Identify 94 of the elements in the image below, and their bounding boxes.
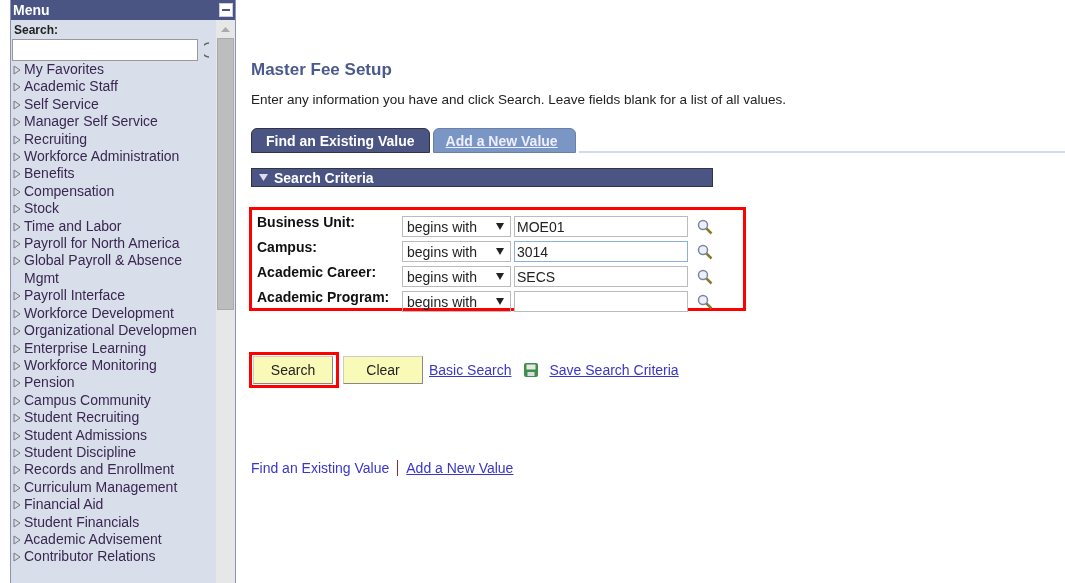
menu-item[interactable]: Workforce Monitoring: [24, 356, 157, 375]
action-button[interactable]: Clear: [343, 356, 423, 384]
expand-triangle-icon[interactable]: [13, 221, 21, 232]
expand-triangle-icon[interactable]: [13, 204, 21, 215]
menu-item[interactable]: Compensation: [24, 182, 115, 201]
expand-triangle-icon[interactable]: [13, 500, 21, 511]
value-field[interactable]: [514, 291, 688, 312]
expand-triangle-icon[interactable]: [13, 482, 21, 493]
menu-item[interactable]: Payroll for North America: [24, 235, 180, 253]
expand-triangle-icon[interactable]: [13, 343, 21, 354]
expand-triangle-icon[interactable]: [13, 447, 21, 458]
expand-triangle-icon[interactable]: [13, 326, 21, 337]
menu-title: Menu: [13, 2, 50, 18]
expand-triangle-icon[interactable]: [13, 552, 21, 563]
expand-triangle-icon[interactable]: [13, 534, 21, 545]
lookup-icon[interactable]: [697, 268, 713, 285]
menu-item[interactable]: Curriculum Management: [24, 478, 178, 497]
value-field[interactable]: 3014: [514, 241, 688, 262]
lookup-icon[interactable]: [697, 243, 713, 260]
dropdown-arrow-icon: [496, 248, 504, 255]
link[interactable]: Add a New Value: [406, 460, 514, 476]
menu-item[interactable]: Payroll Interface: [24, 287, 126, 305]
expand-triangle-icon[interactable]: [13, 256, 21, 267]
expand-triangle-icon[interactable]: [13, 430, 21, 441]
menu-item[interactable]: Student Recruiting: [24, 409, 140, 427]
field-label: Academic Program:: [257, 289, 391, 305]
value-field[interactable]: SECS: [514, 266, 688, 287]
menu-item[interactable]: Time and Labor: [24, 217, 122, 236]
collapse-triangle-icon: [259, 174, 268, 181]
lookup-icon[interactable]: [697, 218, 713, 235]
menu-item[interactable]: Student Admissions: [24, 426, 147, 444]
expand-triangle-icon[interactable]: [13, 152, 21, 163]
menu-item[interactable]: Benefits: [24, 165, 75, 183]
menu-item[interactable]: Student Financials: [24, 513, 140, 531]
tab[interactable]: Find an Existing Value: [251, 128, 430, 153]
page-title: Master Fee Setup: [251, 60, 393, 80]
action-button[interactable]: Search: [253, 356, 333, 384]
menu-item[interactable]: Student Discipline: [24, 443, 137, 462]
expand-triangle-icon[interactable]: [13, 413, 21, 424]
menu-item[interactable]: Records and Enrollment: [24, 461, 175, 479]
expand-triangle-icon[interactable]: [13, 134, 21, 145]
expand-triangle-icon[interactable]: [13, 360, 21, 371]
dropdown-arrow-icon: [496, 223, 504, 230]
instructions-text: Enter any information you have and click Search. Leave fields blank for a list of all values.: [251, 92, 788, 107]
field-label: Academic Career:: [257, 264, 378, 280]
menu-item[interactable]: Global Payroll & Absence Mgmt: [24, 252, 216, 288]
collapse-icon[interactable]: [219, 3, 233, 17]
expand-triangle-icon[interactable]: [13, 378, 21, 389]
menu-item[interactable]: Workforce Administration: [24, 148, 180, 166]
link[interactable]: Save Search Criteria: [549, 362, 679, 378]
menu-item[interactable]: Enterprise Learning: [24, 339, 147, 357]
scrollbar[interactable]: [216, 20, 235, 583]
expand-triangle-icon[interactable]: [13, 186, 21, 197]
menu-item[interactable]: Academic Advisement: [24, 530, 162, 549]
menu-search-field[interactable]: [12, 39, 198, 61]
field-label: Business Unit:: [257, 214, 356, 230]
expand-triangle-icon[interactable]: [13, 465, 21, 476]
menu-item[interactable]: Self Service: [24, 95, 99, 114]
expand-triangle-icon[interactable]: [13, 169, 21, 180]
link[interactable]: Basic Search: [429, 362, 512, 378]
menu-item[interactable]: Academic Staff: [24, 78, 118, 96]
menu-item[interactable]: Pension: [24, 374, 75, 392]
expand-triangle-icon[interactable]: [13, 65, 21, 75]
lookup-icon[interactable]: [697, 293, 713, 310]
expand-triangle-icon[interactable]: [13, 117, 21, 128]
expand-triangle-icon[interactable]: [13, 99, 21, 110]
scroll-thumb[interactable]: [217, 38, 234, 310]
menu-item[interactable]: Recruiting: [24, 130, 88, 149]
value-field[interactable]: MOE01: [514, 216, 688, 237]
menu-item[interactable]: Campus Community: [24, 391, 151, 410]
menu-item[interactable]: My Favorites: [24, 61, 105, 79]
expand-triangle-icon[interactable]: [13, 308, 21, 319]
operator-dropdown[interactable]: begins with: [402, 291, 511, 312]
menu-item[interactable]: Organizational Developmen: [24, 322, 197, 340]
expand-triangle-icon[interactable]: [13, 239, 21, 250]
link[interactable]: Find an Existing Value: [251, 460, 390, 476]
section-header[interactable]: Search Criteria: [251, 168, 713, 187]
operator-dropdown[interactable]: begins with: [402, 266, 511, 287]
dropdown-arrow-icon: [496, 298, 504, 305]
menu-item[interactable]: Workforce Development: [24, 304, 174, 323]
dropdown-arrow-icon: [496, 273, 504, 280]
menu-item[interactable]: Contributor Relations: [24, 548, 156, 566]
expand-triangle-icon[interactable]: [13, 291, 21, 302]
search-label: Search:: [14, 23, 60, 37]
menu-item[interactable]: Financial Aid: [24, 496, 104, 514]
field-label: Campus:: [257, 239, 318, 255]
expand-triangle-icon[interactable]: [13, 395, 21, 406]
operator-dropdown[interactable]: begins with: [402, 241, 511, 262]
expand-triangle-icon[interactable]: [13, 82, 21, 93]
menu-item[interactable]: Stock: [24, 200, 59, 218]
operator-dropdown[interactable]: begins with: [402, 216, 511, 237]
menu-item[interactable]: Manager Self Service: [24, 113, 158, 131]
expand-triangle-icon[interactable]: [13, 517, 21, 528]
scroll-up-icon[interactable]: [221, 26, 230, 32]
